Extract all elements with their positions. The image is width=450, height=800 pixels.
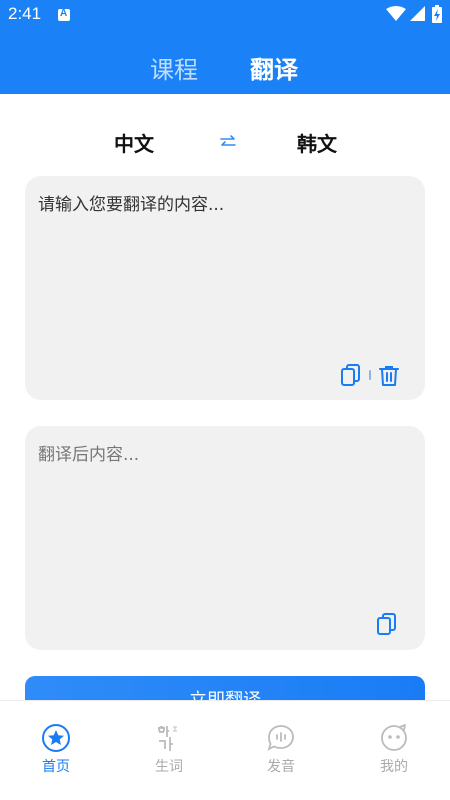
target-language[interactable]: 韩文 <box>297 128 337 157</box>
wifi-icon <box>386 6 406 21</box>
app-header: 2:41 课程 翻译 <box>0 0 450 94</box>
nav-label-pronunciation: 发音 <box>267 759 295 775</box>
swap-arrows-icon[interactable] <box>219 134 237 150</box>
input-placeholder[interactable]: 请输入您要翻译的内容... <box>38 190 224 215</box>
source-language[interactable]: 中文 <box>114 128 154 157</box>
language-selector: 中文 韩文 <box>0 122 450 162</box>
signal-icon <box>410 6 425 21</box>
nav-label-home: 首页 <box>42 759 70 775</box>
nav-item-home[interactable]: 首页 <box>21 723 91 776</box>
nav-item-vocab[interactable]: 生词 <box>134 723 204 776</box>
copy-icon[interactable] <box>375 612 399 636</box>
star-circle-icon <box>42 724 70 752</box>
battery-charging-icon <box>432 5 442 23</box>
nav-item-pronunciation[interactable]: 发音 <box>246 723 316 776</box>
nav-label-mine: 我的 <box>380 759 408 775</box>
status-time: 2:41 <box>8 4 42 23</box>
nav-label-vocab: 生词 <box>155 759 183 775</box>
bottom-nav: 首页 生词 发音 我的 <box>0 700 450 800</box>
status-bar: 2:41 <box>0 0 450 30</box>
input-box[interactable]: 请输入您要翻译的内容... <box>25 176 425 400</box>
delete-icon[interactable] <box>377 364 401 388</box>
notification-a-icon <box>58 8 70 21</box>
icon-divider <box>369 370 371 380</box>
header-tabs: 课程 翻译 <box>0 50 450 90</box>
copy-icon[interactable] <box>339 363 363 387</box>
korean-word-icon <box>158 726 177 751</box>
output-placeholder: 翻译后内容... <box>38 445 140 465</box>
tab-translate[interactable]: 翻译 <box>250 50 298 85</box>
nav-item-mine[interactable]: 我的 <box>359 723 429 776</box>
speech-bubble-icon <box>267 725 294 751</box>
tab-course[interactable]: 课程 <box>150 50 198 85</box>
face-icon <box>381 724 407 751</box>
output-box: 翻译后内容... <box>25 426 425 650</box>
